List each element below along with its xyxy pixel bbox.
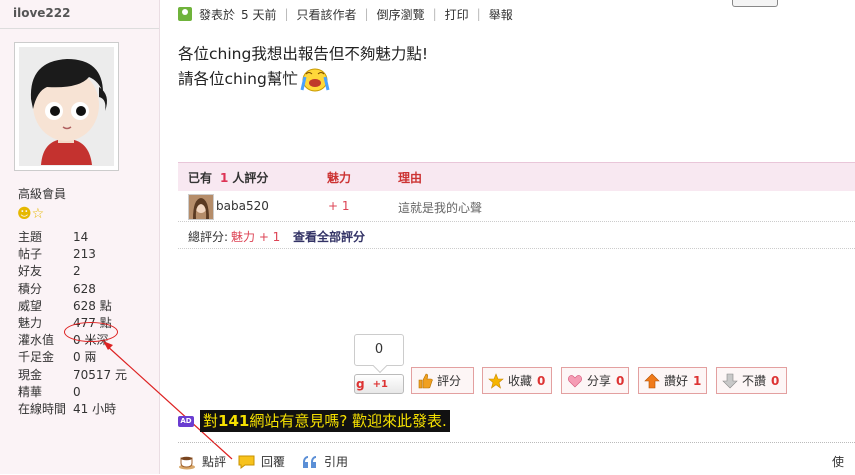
rating-header: 已有 1 人評分 魅力 理由 bbox=[178, 162, 855, 191]
separator: | bbox=[364, 7, 369, 21]
rate-button[interactable]: 評分 bbox=[411, 367, 474, 394]
user-online-icon bbox=[178, 7, 192, 21]
dislike-label: 不讚 bbox=[742, 374, 767, 388]
quote-label: 引用 bbox=[324, 455, 349, 469]
like-label: 讚好 bbox=[664, 374, 689, 388]
rating-row: baba520 + 1 這就是我的心聲 bbox=[178, 191, 855, 222]
rater-avatar[interactable] bbox=[188, 194, 214, 220]
rating-header-count: 已有 1 人評分 bbox=[188, 169, 268, 186]
google-g-icon: g bbox=[356, 377, 365, 391]
post-meta-bar: 發表於 5 天前 | 只看該作者 | 倒序瀏覽 | 打印 | 舉報 bbox=[178, 5, 513, 23]
comment-label: 點評 bbox=[202, 455, 227, 469]
like-button[interactable]: 讚好 1 bbox=[638, 367, 707, 394]
gplus-count: 0 bbox=[354, 334, 404, 366]
rating-prefix: 已有 bbox=[188, 170, 213, 185]
arrow-up-icon bbox=[644, 373, 660, 388]
separator: | bbox=[284, 7, 289, 21]
arrow-down-icon bbox=[722, 373, 738, 388]
post-content: 各位ching我想出報告但不夠魅力點! 請各位ching幫忙 bbox=[178, 42, 428, 92]
dislike-count: 0 bbox=[771, 373, 780, 388]
heart-icon bbox=[568, 374, 582, 387]
favorite-label: 收藏 bbox=[508, 374, 533, 388]
comment-button[interactable]: 點評 bbox=[178, 453, 226, 470]
share-button[interactable]: 分享 0 bbox=[561, 367, 629, 394]
rating-count: 1 bbox=[220, 170, 229, 185]
speech-bubble-icon bbox=[238, 455, 255, 469]
posted-label: 發表於 bbox=[199, 7, 236, 22]
ad-text-prefix: 對 bbox=[203, 412, 219, 430]
total-value: 魅力 + 1 bbox=[231, 230, 281, 244]
star-icon bbox=[488, 372, 504, 389]
reply-label: 回覆 bbox=[261, 455, 286, 469]
crying-emoji-icon bbox=[300, 68, 330, 92]
truncated-link[interactable]: 使 bbox=[832, 453, 844, 470]
favorite-count: 0 bbox=[537, 373, 546, 388]
like-count: 1 bbox=[693, 373, 702, 388]
rating-table: 已有 1 人評分 魅力 理由 baba520 + 1 這就是我的心聲 總評分: 魅力… bbox=[178, 162, 855, 249]
rating-total: 總評分: 魅力 + 1 查看全部評分 bbox=[178, 222, 855, 249]
separator: | bbox=[432, 7, 437, 21]
post-line: 各位ching我想出報告但不夠魅力點! bbox=[178, 45, 429, 63]
rater-name-link[interactable]: baba520 bbox=[216, 199, 269, 213]
ad-text[interactable]: 對141網站有意見嗎? 歡迎來此發表. bbox=[200, 410, 450, 432]
post-line-text: 請各位ching幫忙 bbox=[178, 70, 298, 88]
top-right-button[interactable] bbox=[732, 0, 778, 7]
quote-icon bbox=[303, 455, 316, 468]
total-label: 總評分: bbox=[188, 230, 229, 244]
coffee-cup-icon bbox=[179, 456, 195, 469]
post-line-2: 請各位ching幫忙 bbox=[178, 66, 428, 92]
column-reason: 理由 bbox=[398, 170, 423, 185]
rating-suffix: 人評分 bbox=[232, 170, 269, 185]
post-footer-actions: 點評 回覆 引用 使 bbox=[178, 442, 855, 475]
gplus-label: +1 bbox=[372, 378, 388, 390]
ad-text-rest: 網站有意見嗎? 歡迎來此發表. bbox=[249, 412, 447, 430]
print-link[interactable]: 打印 bbox=[445, 6, 469, 23]
report-link[interactable]: 舉報 bbox=[489, 6, 513, 23]
dislike-button[interactable]: 不讚 0 bbox=[716, 367, 787, 394]
gplus-button[interactable]: g +1 bbox=[354, 374, 404, 394]
quote-button[interactable]: 引用 bbox=[302, 453, 348, 470]
rate-label: 評分 bbox=[437, 374, 462, 388]
column-charm: 魅力 bbox=[327, 170, 352, 185]
rater-reason: 這就是我的心聲 bbox=[398, 201, 483, 215]
posted-time: 5 天前 bbox=[241, 7, 277, 22]
separator: | bbox=[476, 7, 481, 21]
thumb-up-icon bbox=[418, 373, 433, 388]
view-all-ratings-link[interactable]: 查看全部評分 bbox=[293, 228, 365, 245]
share-count: 0 bbox=[616, 373, 625, 388]
reverse-order-link[interactable]: 倒序瀏覽 bbox=[377, 6, 425, 23]
ad-tag: AD bbox=[178, 415, 194, 427]
only-author-link[interactable]: 只看該作者 bbox=[297, 6, 357, 23]
rater-points: + 1 bbox=[328, 199, 350, 213]
ad-banner[interactable]: AD 對141網站有意見嗎? 歡迎來此發表. bbox=[178, 410, 450, 432]
reply-button[interactable]: 回覆 bbox=[238, 453, 285, 470]
favorite-button[interactable]: 收藏 0 bbox=[482, 367, 552, 394]
share-label: 分享 bbox=[587, 374, 612, 388]
ad-text-number: 141 bbox=[218, 412, 250, 430]
